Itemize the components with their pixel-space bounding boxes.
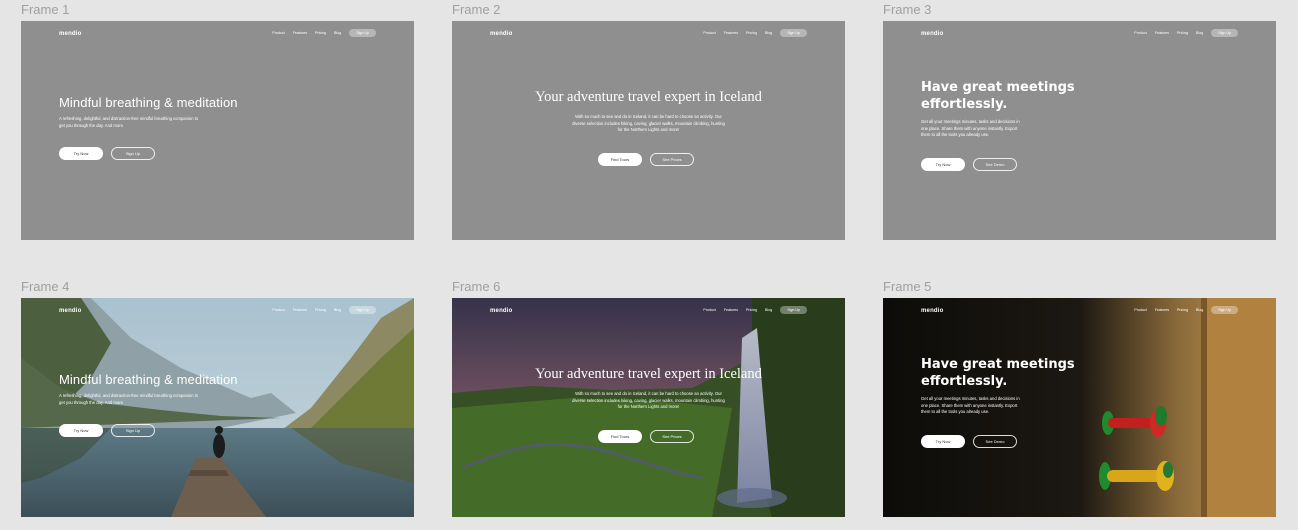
nav-pricing[interactable]: Pricing bbox=[315, 31, 326, 35]
nav-signup-button[interactable]: Sign Up bbox=[1211, 306, 1238, 314]
hero-body: With so much to see and do in Iceland, i… bbox=[572, 114, 725, 132]
hero-body: A refreshing, delightful, and distractio… bbox=[59, 393, 199, 405]
hero-body: With so much to see and do in Iceland, i… bbox=[572, 391, 725, 409]
nav-bar: Product Features Pricing Blog Sign Up bbox=[272, 29, 376, 37]
nav-bar: Product Features Pricing Blog Sign Up bbox=[1134, 306, 1238, 314]
try-now-button[interactable]: Try Now bbox=[59, 147, 103, 160]
nav-features[interactable]: Features bbox=[293, 308, 307, 312]
nav-blog[interactable]: Blog bbox=[334, 308, 341, 312]
logo[interactable]: mendio bbox=[490, 308, 513, 314]
frame-label[interactable]: Frame 2 bbox=[452, 2, 500, 18]
frame-label[interactable]: Frame 1 bbox=[21, 2, 69, 18]
logo[interactable]: mendio bbox=[59, 31, 82, 37]
nav-pricing[interactable]: Pricing bbox=[746, 308, 757, 312]
nav-pricing[interactable]: Pricing bbox=[315, 308, 326, 312]
frame-3[interactable]: mendio Product Features Pricing Blog Sig… bbox=[883, 21, 1276, 240]
hero-actions: Try Now Sign Up bbox=[59, 147, 155, 160]
nav-blog[interactable]: Blog bbox=[765, 308, 772, 312]
frame-4[interactable]: mendio Product Features Pricing Blog Sig… bbox=[21, 298, 414, 517]
nav-product[interactable]: Product bbox=[703, 308, 715, 312]
logo[interactable]: mendio bbox=[59, 308, 82, 314]
nav-blog[interactable]: Blog bbox=[334, 31, 341, 35]
try-now-button[interactable]: Try Now bbox=[59, 424, 103, 437]
nav-product[interactable]: Product bbox=[703, 31, 715, 35]
hero-heading: Your adventure travel expert in Iceland bbox=[535, 89, 762, 105]
nav-signup-button[interactable]: Sign Up bbox=[1211, 29, 1238, 37]
nav-features[interactable]: Features bbox=[293, 31, 307, 35]
nav-blog[interactable]: Blog bbox=[765, 31, 772, 35]
see-prices-button[interactable]: See Prices bbox=[650, 153, 694, 166]
nav-blog[interactable]: Blog bbox=[1196, 308, 1203, 312]
try-now-button[interactable]: Try Now bbox=[921, 435, 965, 448]
logo[interactable]: mendio bbox=[921, 308, 944, 314]
frame-label[interactable]: Frame 5 bbox=[883, 279, 931, 295]
hero-actions: Try Now See Demo bbox=[921, 158, 1017, 171]
see-prices-button[interactable]: See Prices bbox=[650, 430, 694, 443]
hero-heading: Your adventure travel expert in Iceland bbox=[535, 366, 762, 382]
mountain-lake-photo bbox=[21, 298, 414, 517]
nav-signup-button[interactable]: Sign Up bbox=[349, 306, 376, 314]
try-now-button[interactable]: Try Now bbox=[921, 158, 965, 171]
nav-bar: Product Features Pricing Blog Sign Up bbox=[703, 29, 807, 37]
hero-heading: Mindful breathing & meditation bbox=[59, 95, 238, 110]
hero-heading: Have great meetings effortlessly. bbox=[921, 80, 1075, 112]
find-tours-button[interactable]: Find Tours bbox=[598, 153, 642, 166]
nav-signup-button[interactable]: Sign Up bbox=[780, 306, 807, 314]
hero-heading: Have great meetings effortlessly. bbox=[921, 357, 1075, 389]
see-demo-button[interactable]: See Demo bbox=[973, 435, 1017, 448]
frame-6[interactable]: mendio Product Features Pricing Blog Sig… bbox=[452, 298, 845, 517]
hero-actions: Try Now See Demo bbox=[921, 435, 1017, 448]
nav-features[interactable]: Features bbox=[1155, 308, 1169, 312]
hero-body: Get all your meetings minutes, tasks and… bbox=[921, 396, 1020, 414]
nav-signup-button[interactable]: Sign Up bbox=[780, 29, 807, 37]
hero-body: Get all your meetings minutes, tasks and… bbox=[921, 119, 1020, 137]
hero-actions: Find Tours See Prices bbox=[598, 430, 694, 443]
hero-heading: Mindful breathing & meditation bbox=[59, 372, 238, 387]
nav-bar: Product Features Pricing Blog Sign Up bbox=[272, 306, 376, 314]
hero-actions: Try Now Sign Up bbox=[59, 424, 155, 437]
frame-label[interactable]: Frame 4 bbox=[21, 279, 69, 295]
frame-2[interactable]: mendio Product Features Pricing Blog Sig… bbox=[452, 21, 845, 240]
nav-features[interactable]: Features bbox=[724, 308, 738, 312]
hero-body: A refreshing, delightful, and distractio… bbox=[59, 116, 199, 128]
nav-product[interactable]: Product bbox=[272, 31, 284, 35]
find-tours-button[interactable]: Find Tours bbox=[598, 430, 642, 443]
frame-5[interactable]: mendio Product Features Pricing Blog Sig… bbox=[883, 298, 1276, 517]
nav-bar: Product Features Pricing Blog Sign Up bbox=[1134, 29, 1238, 37]
logo[interactable]: mendio bbox=[921, 31, 944, 37]
nav-pricing[interactable]: Pricing bbox=[746, 31, 757, 35]
sign-up-button[interactable]: Sign Up bbox=[111, 424, 155, 437]
sign-up-button[interactable]: Sign Up bbox=[111, 147, 155, 160]
nav-pricing[interactable]: Pricing bbox=[1177, 308, 1188, 312]
nav-product[interactable]: Product bbox=[1134, 31, 1146, 35]
nav-pricing[interactable]: Pricing bbox=[1177, 31, 1188, 35]
nav-product[interactable]: Product bbox=[272, 308, 284, 312]
nav-signup-button[interactable]: Sign Up bbox=[349, 29, 376, 37]
hero-actions: Find Tours See Prices bbox=[598, 153, 694, 166]
logo[interactable]: mendio bbox=[490, 31, 513, 37]
nav-features[interactable]: Features bbox=[724, 31, 738, 35]
nav-blog[interactable]: Blog bbox=[1196, 31, 1203, 35]
nav-bar: Product Features Pricing Blog Sign Up bbox=[703, 306, 807, 314]
frame-label[interactable]: Frame 6 bbox=[452, 279, 500, 295]
frame-1[interactable]: mendio Product Features Pricing Blog Sig… bbox=[21, 21, 414, 240]
see-demo-button[interactable]: See Demo bbox=[973, 158, 1017, 171]
nav-product[interactable]: Product bbox=[1134, 308, 1146, 312]
nav-features[interactable]: Features bbox=[1155, 31, 1169, 35]
frame-label[interactable]: Frame 3 bbox=[883, 2, 931, 18]
